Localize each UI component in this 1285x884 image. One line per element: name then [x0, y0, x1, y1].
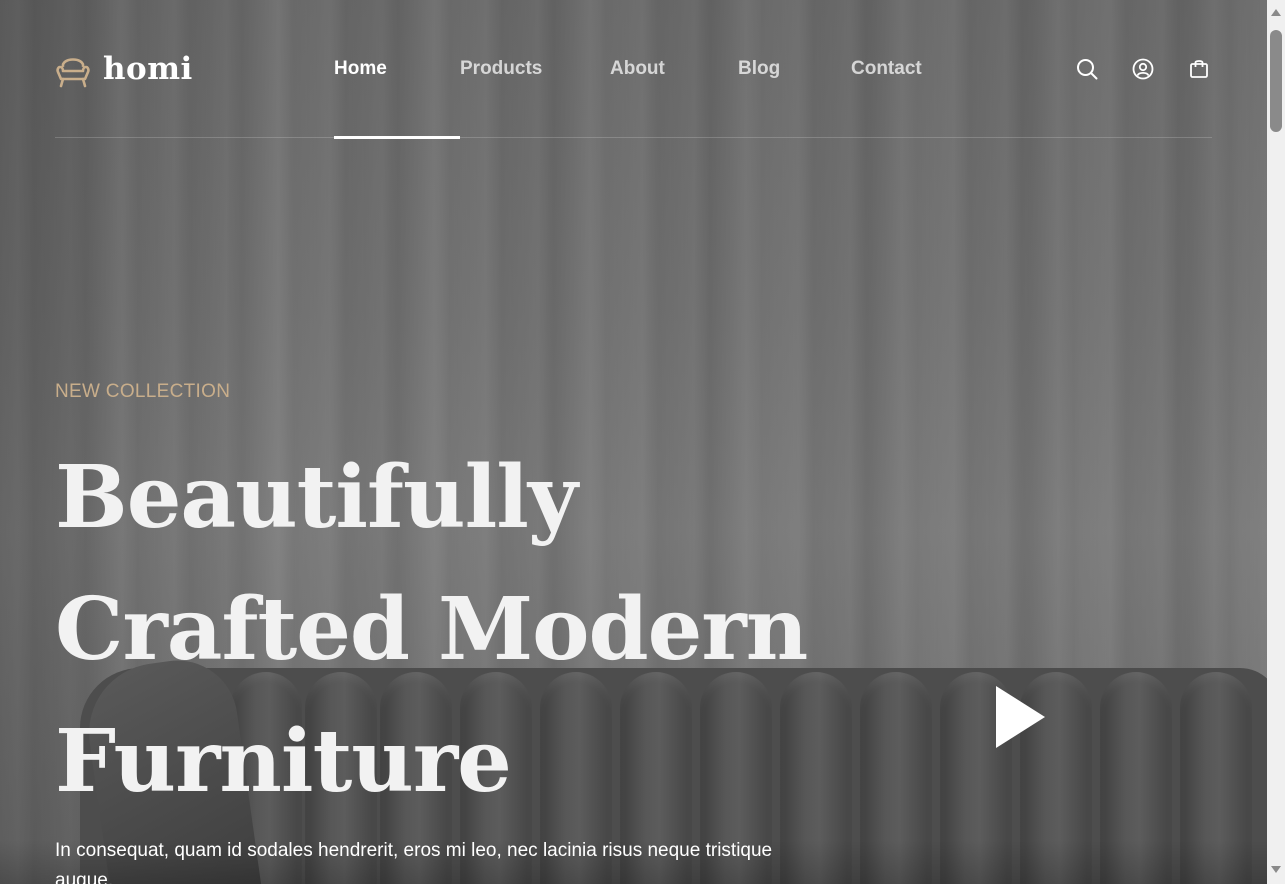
main-nav: Home Products About Blog Contact [334, 0, 931, 139]
hero-headline-line: Furniture [55, 711, 512, 812]
play-icon [996, 686, 1045, 748]
armchair-icon [56, 58, 90, 88]
shopping-bag-icon [1190, 60, 1208, 78]
hero-lead: In consequat, quam id sodales hendrerit,… [55, 840, 773, 884]
play-video-button[interactable] [994, 686, 1046, 748]
nav-item-about[interactable]: About [610, 0, 738, 138]
cart-button[interactable] [1186, 56, 1212, 82]
site-header: homi Home Products About Blog Contact [55, 0, 1212, 139]
hero-headline-line: Beautifully [55, 447, 578, 548]
account-button[interactable] [1130, 56, 1156, 82]
scroll-up-arrow-icon[interactable] [1271, 9, 1281, 16]
search-icon [1077, 59, 1098, 80]
hero-section: homi Home Products About Blog Contact NE… [0, 0, 1267, 884]
nav-item-home[interactable]: Home [334, 0, 460, 139]
page-scrollbar[interactable] [1267, 0, 1285, 884]
hero-eyebrow: NEW COLLECTION [55, 381, 231, 402]
nav-item-blog[interactable]: Blog [738, 0, 851, 138]
brand-name: homi [103, 51, 193, 87]
scroll-thumb[interactable] [1270, 30, 1282, 132]
header-icons [1074, 56, 1212, 82]
hero-headline-line: Crafted Modern [55, 579, 808, 680]
search-button[interactable] [1074, 56, 1100, 82]
user-icon [1132, 58, 1154, 80]
brand-logo-link[interactable]: homi [55, 49, 193, 89]
scroll-down-arrow-icon[interactable] [1271, 866, 1281, 873]
nav-item-contact[interactable]: Contact [851, 0, 931, 138]
nav-item-products[interactable]: Products [460, 0, 610, 138]
hero-headline: Beautifully Crafted Modern Furniture [55, 432, 815, 828]
